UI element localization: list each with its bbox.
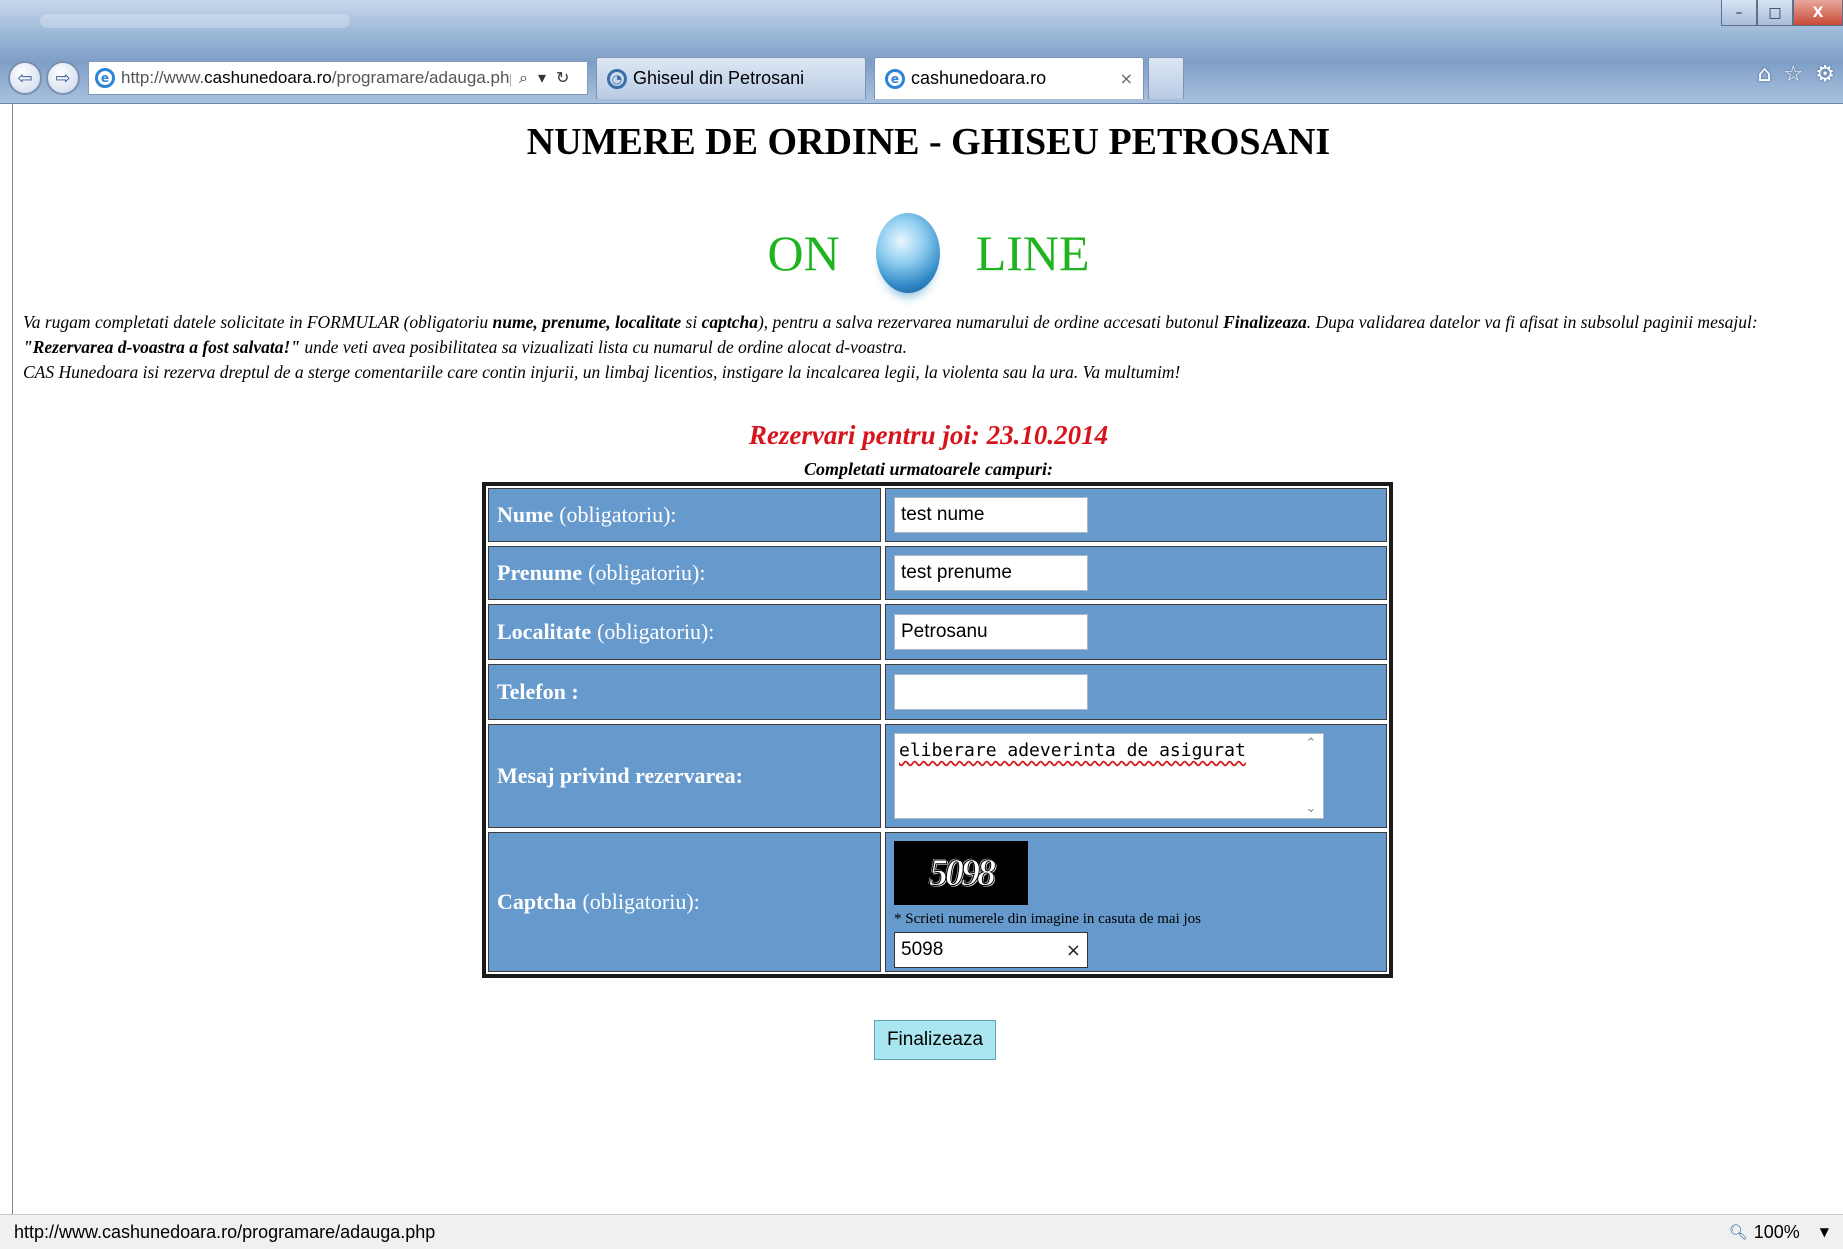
reservation-form: Nume (obligatoriu): test nume Prenume (obl… — [482, 482, 1393, 978]
status-bar: http://www.cashunedoara.ro/programare/ad… — [0, 1214, 1843, 1249]
title-bar: – □ X — [0, 0, 1843, 50]
back-button[interactable]: ⇦ — [8, 61, 42, 95]
form-row-captcha: Captcha (obligatoriu): 5098 * Scrieti num… — [488, 832, 1387, 972]
intro-text: Va rugam completati datele solicitate in… — [23, 310, 1833, 385]
form-row-prenume: Prenume (obligatoriu): test prenume — [488, 546, 1387, 600]
localitate-input[interactable]: Petrosanu — [894, 614, 1088, 650]
form-row-telefon: Telefon : — [488, 664, 1387, 720]
page-title: NUMERE DE ORDINE - GHISEU PETROSANI — [526, 121, 1331, 163]
intro-paragraph-2: CAS Hunedoara isi rezerva dreptul de a s… — [23, 362, 1181, 382]
window-title-blurred — [40, 14, 350, 28]
tab-ghiseul-petrosani[interactable]: ◔ Ghiseul din Petrosani — [596, 57, 866, 99]
scroll-down-icon[interactable]: ⌄ — [1306, 801, 1317, 816]
prenume-input[interactable]: test prenume — [894, 555, 1088, 591]
close-window-button[interactable]: X — [1793, 0, 1843, 26]
captcha-value: 5098 — [901, 939, 944, 960]
textarea-scrollbar[interactable]: ⌃ ⌄ — [1301, 736, 1321, 816]
toolbar-right-icons: ⌂ ☆ ⚙ — [1758, 62, 1835, 87]
status-url: http://www.cashunedoara.ro/programare/ad… — [14, 1221, 436, 1242]
forward-button[interactable]: ⇨ — [46, 61, 80, 95]
banner-on-text: ON — [767, 225, 840, 281]
tools-gear-icon[interactable]: ⚙ — [1815, 62, 1835, 87]
globe-icon — [875, 213, 940, 293]
browser-chrome: – □ X ⇦ ⇨ e http://www.cashunedoara.ro/p… — [0, 0, 1843, 104]
reservation-title: Rezervari pentru joi: 23.10.2014 — [748, 420, 1109, 450]
finalizeaza-button[interactable]: Finalizeaza — [874, 1020, 996, 1060]
zoom-dropdown-icon[interactable]: ▼ — [1820, 1225, 1829, 1239]
minimize-button[interactable]: – — [1721, 0, 1757, 26]
close-tab-icon[interactable]: × — [1120, 69, 1133, 88]
address-url[interactable]: http://www.cashunedoara.ro/programare/ad… — [121, 68, 511, 88]
telefon-input[interactable] — [894, 674, 1088, 710]
home-icon[interactable]: ⌂ — [1758, 62, 1772, 87]
page-viewport: NUMERE DE ORDINE - GHISEU PETROSANI ON L… — [12, 104, 1843, 1214]
tab-label: Ghiseul din Petrosani — [633, 68, 805, 88]
refresh-icon[interactable]: ↻ — [556, 68, 569, 88]
navigation-bar: ⇦ ⇨ e http://www.cashunedoara.ro/program… — [8, 56, 1184, 100]
forward-arrow-icon: ⇨ — [55, 67, 71, 89]
nume-label: Nume (obligatoriu): — [488, 488, 881, 542]
back-arrow-icon: ⇦ — [17, 67, 33, 89]
ie-tab-icon: e — [885, 68, 905, 89]
captcha-input[interactable]: 5098 × — [894, 932, 1088, 968]
window-controls: – □ X — [1721, 0, 1843, 34]
zoom-magnifier-icon: 🔍︎ — [1728, 1223, 1748, 1241]
online-banner: ON LINE — [13, 208, 1843, 298]
tab-cashunedoara[interactable]: e cashunedoara.ro × — [874, 57, 1144, 99]
banner-line-text: LINE — [975, 225, 1090, 281]
form-row-mesaj: Mesaj privind rezervarea: eliberare adev… — [488, 724, 1387, 828]
search-icon[interactable]: ⌕ — [519, 68, 528, 88]
tab-label: cashunedoara.ro — [911, 68, 1047, 88]
intro-paragraph-1: Va rugam completati datele solicitate in… — [23, 312, 1758, 357]
new-tab-button[interactable] — [1148, 57, 1184, 99]
mesaj-textarea[interactable]: eliberare adeverinta de asigurat ⌃ ⌄ — [894, 733, 1324, 819]
nume-input[interactable]: test nume — [894, 497, 1088, 533]
ie-page-icon: e — [95, 68, 115, 88]
prenume-label: Prenume (obligatoriu): — [488, 546, 881, 600]
captcha-label: Captcha (obligatoriu): — [488, 832, 881, 972]
captcha-hint: * Scrieti numerele din imagine in casuta… — [894, 911, 1201, 927]
form-row-nume: Nume (obligatoriu): test nume — [488, 488, 1387, 542]
mesaj-label: Mesaj privind rezervarea: — [488, 724, 881, 828]
zoom-control[interactable]: 🔍︎ 100% ▼ — [1729, 1222, 1829, 1243]
scroll-up-icon[interactable]: ⌃ — [1306, 736, 1317, 751]
loading-tab-icon: ◔ — [607, 68, 627, 89]
zoom-level: 100% — [1753, 1221, 1800, 1242]
clear-input-icon[interactable]: × — [1066, 940, 1081, 961]
address-bar[interactable]: e http://www.cashunedoara.ro/programare/… — [88, 61, 588, 95]
captcha-image: 5098 — [894, 841, 1028, 905]
mesaj-text: eliberare adeverinta de asigurat — [899, 740, 1246, 761]
dropdown-arrow-icon[interactable]: ▾ — [538, 68, 546, 88]
reservation-subtitle: Completati urmatoarele campuri: — [803, 459, 1053, 479]
restore-button[interactable]: □ — [1757, 0, 1793, 26]
localitate-label: Localitate (obligatoriu): — [488, 604, 881, 660]
favorites-star-icon[interactable]: ☆ — [1784, 62, 1804, 87]
telefon-label: Telefon : — [488, 664, 881, 720]
form-row-localitate: Localitate (obligatoriu): Petrosanu — [488, 604, 1387, 660]
